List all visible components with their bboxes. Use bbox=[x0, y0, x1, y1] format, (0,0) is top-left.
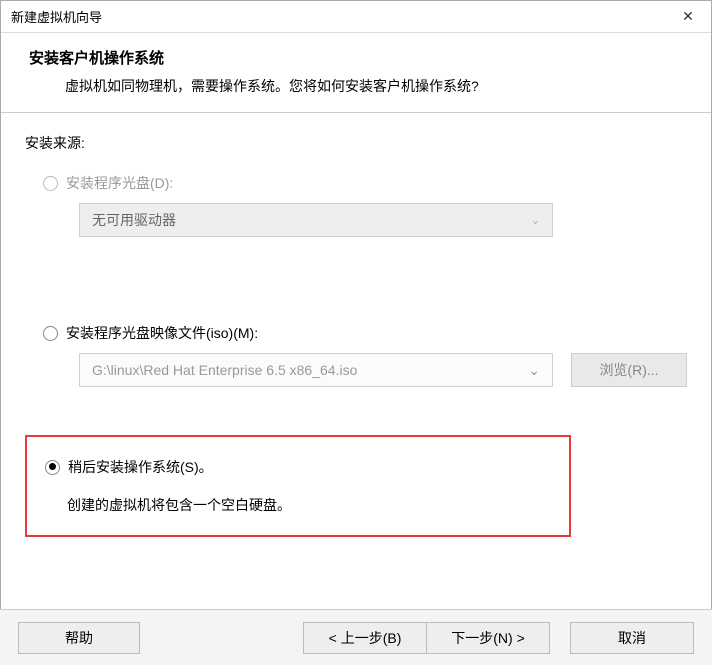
radio-icon bbox=[45, 460, 60, 475]
window-title: 新建虚拟机向导 bbox=[11, 7, 102, 26]
titlebar: 新建虚拟机向导 ✕ bbox=[1, 1, 711, 33]
close-icon: ✕ bbox=[682, 8, 694, 25]
radio-label: 稍后安装操作系统(S)。 bbox=[68, 457, 213, 477]
page-title: 安装客户机操作系统 bbox=[29, 47, 683, 68]
content-area: 安装来源: 安装程序光盘(D): 无可用驱动器 ⌄ 安装程序光盘映像文件(iso… bbox=[1, 113, 711, 547]
chevron-down-icon: ⌄ bbox=[531, 214, 540, 227]
dropdown-value: 无可用驱动器 bbox=[92, 210, 176, 230]
close-button[interactable]: ✕ bbox=[665, 1, 711, 33]
page-description: 虚拟机如同物理机，需要操作系统。您将如何安装客户机操作系统? bbox=[29, 76, 683, 96]
radio-install-later[interactable]: 稍后安装操作系统(S)。 bbox=[45, 457, 551, 477]
browse-button: 浏览(R)... bbox=[571, 353, 687, 387]
option-install-later-highlighted: 稍后安装操作系统(S)。 创建的虚拟机将包含一个空白硬盘。 bbox=[25, 435, 571, 537]
wizard-header: 安装客户机操作系统 虚拟机如同物理机，需要操作系统。您将如何安装客户机操作系统? bbox=[1, 33, 711, 113]
option-iso-image: 安装程序光盘映像文件(iso)(M): G:\linux\Red Hat Ent… bbox=[43, 323, 687, 387]
radio-label: 安装程序光盘(D): bbox=[66, 173, 173, 193]
radio-icon bbox=[43, 326, 58, 341]
drive-dropdown: 无可用驱动器 ⌄ bbox=[79, 203, 553, 237]
radio-installer-disc: 安装程序光盘(D): bbox=[43, 173, 687, 193]
next-button[interactable]: 下一步(N) > bbox=[426, 622, 550, 654]
wizard-footer: 帮助 < 上一步(B) 下一步(N) > 取消 bbox=[0, 609, 712, 665]
install-source-label: 安装来源: bbox=[25, 133, 687, 153]
cancel-button[interactable]: 取消 bbox=[570, 622, 694, 654]
help-button[interactable]: 帮助 bbox=[18, 622, 140, 654]
radio-label: 安装程序光盘映像文件(iso)(M): bbox=[66, 323, 258, 343]
radio-iso-image[interactable]: 安装程序光盘映像文件(iso)(M): bbox=[43, 323, 687, 343]
option-installer-disc: 安装程序光盘(D): 无可用驱动器 ⌄ bbox=[43, 173, 687, 237]
iso-path-value: G:\linux\Red Hat Enterprise 6.5 x86_64.i… bbox=[92, 362, 357, 378]
radio-icon bbox=[43, 176, 58, 191]
chevron-down-icon: ⌄ bbox=[528, 362, 540, 379]
back-button[interactable]: < 上一步(B) bbox=[303, 622, 427, 654]
install-later-description: 创建的虚拟机将包含一个空白硬盘。 bbox=[67, 495, 551, 515]
iso-path-input: G:\linux\Red Hat Enterprise 6.5 x86_64.i… bbox=[79, 353, 553, 387]
